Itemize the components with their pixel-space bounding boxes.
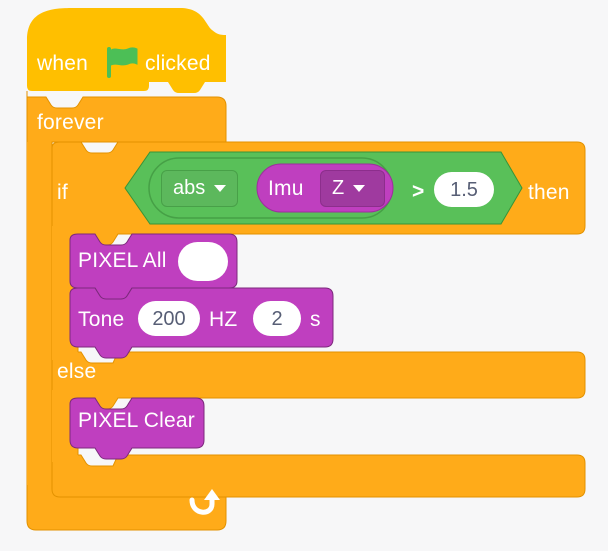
block-workspace[interactable]: when clicked forever if then else abs Im… [0, 0, 608, 551]
abs-function-dropdown[interactable]: abs [161, 170, 238, 207]
imu-axis-label: Z [332, 177, 344, 200]
greater-than-symbol: > [412, 181, 424, 202]
chevron-down-icon [214, 185, 226, 192]
then-label: then [528, 182, 570, 203]
pixel-all-color-field[interactable] [178, 242, 228, 281]
hat-clicked-label: clicked [145, 53, 211, 74]
pixel-clear-label: PIXEL Clear [78, 410, 195, 431]
tone-seconds-unit-label: s [310, 309, 321, 330]
chevron-down-icon [353, 185, 365, 192]
tone-label: Tone [78, 309, 124, 330]
hat-when-label: when [37, 53, 88, 74]
else-label: else [57, 361, 96, 382]
threshold-value-input[interactable]: 1.5 [434, 172, 494, 207]
tone-duration-input[interactable]: 2 [253, 301, 301, 336]
pixel-all-label: PIXEL All [78, 250, 167, 271]
block-shapes-layer [0, 0, 608, 551]
if-label: if [57, 182, 68, 203]
imu-sensor-label: Imu [268, 178, 304, 199]
forever-label: forever [37, 112, 104, 133]
tone-frequency-input[interactable]: 200 [138, 301, 200, 336]
imu-axis-dropdown[interactable]: Z [320, 170, 385, 207]
tone-hz-unit-label: HZ [209, 309, 237, 330]
abs-function-label: abs [173, 177, 205, 200]
